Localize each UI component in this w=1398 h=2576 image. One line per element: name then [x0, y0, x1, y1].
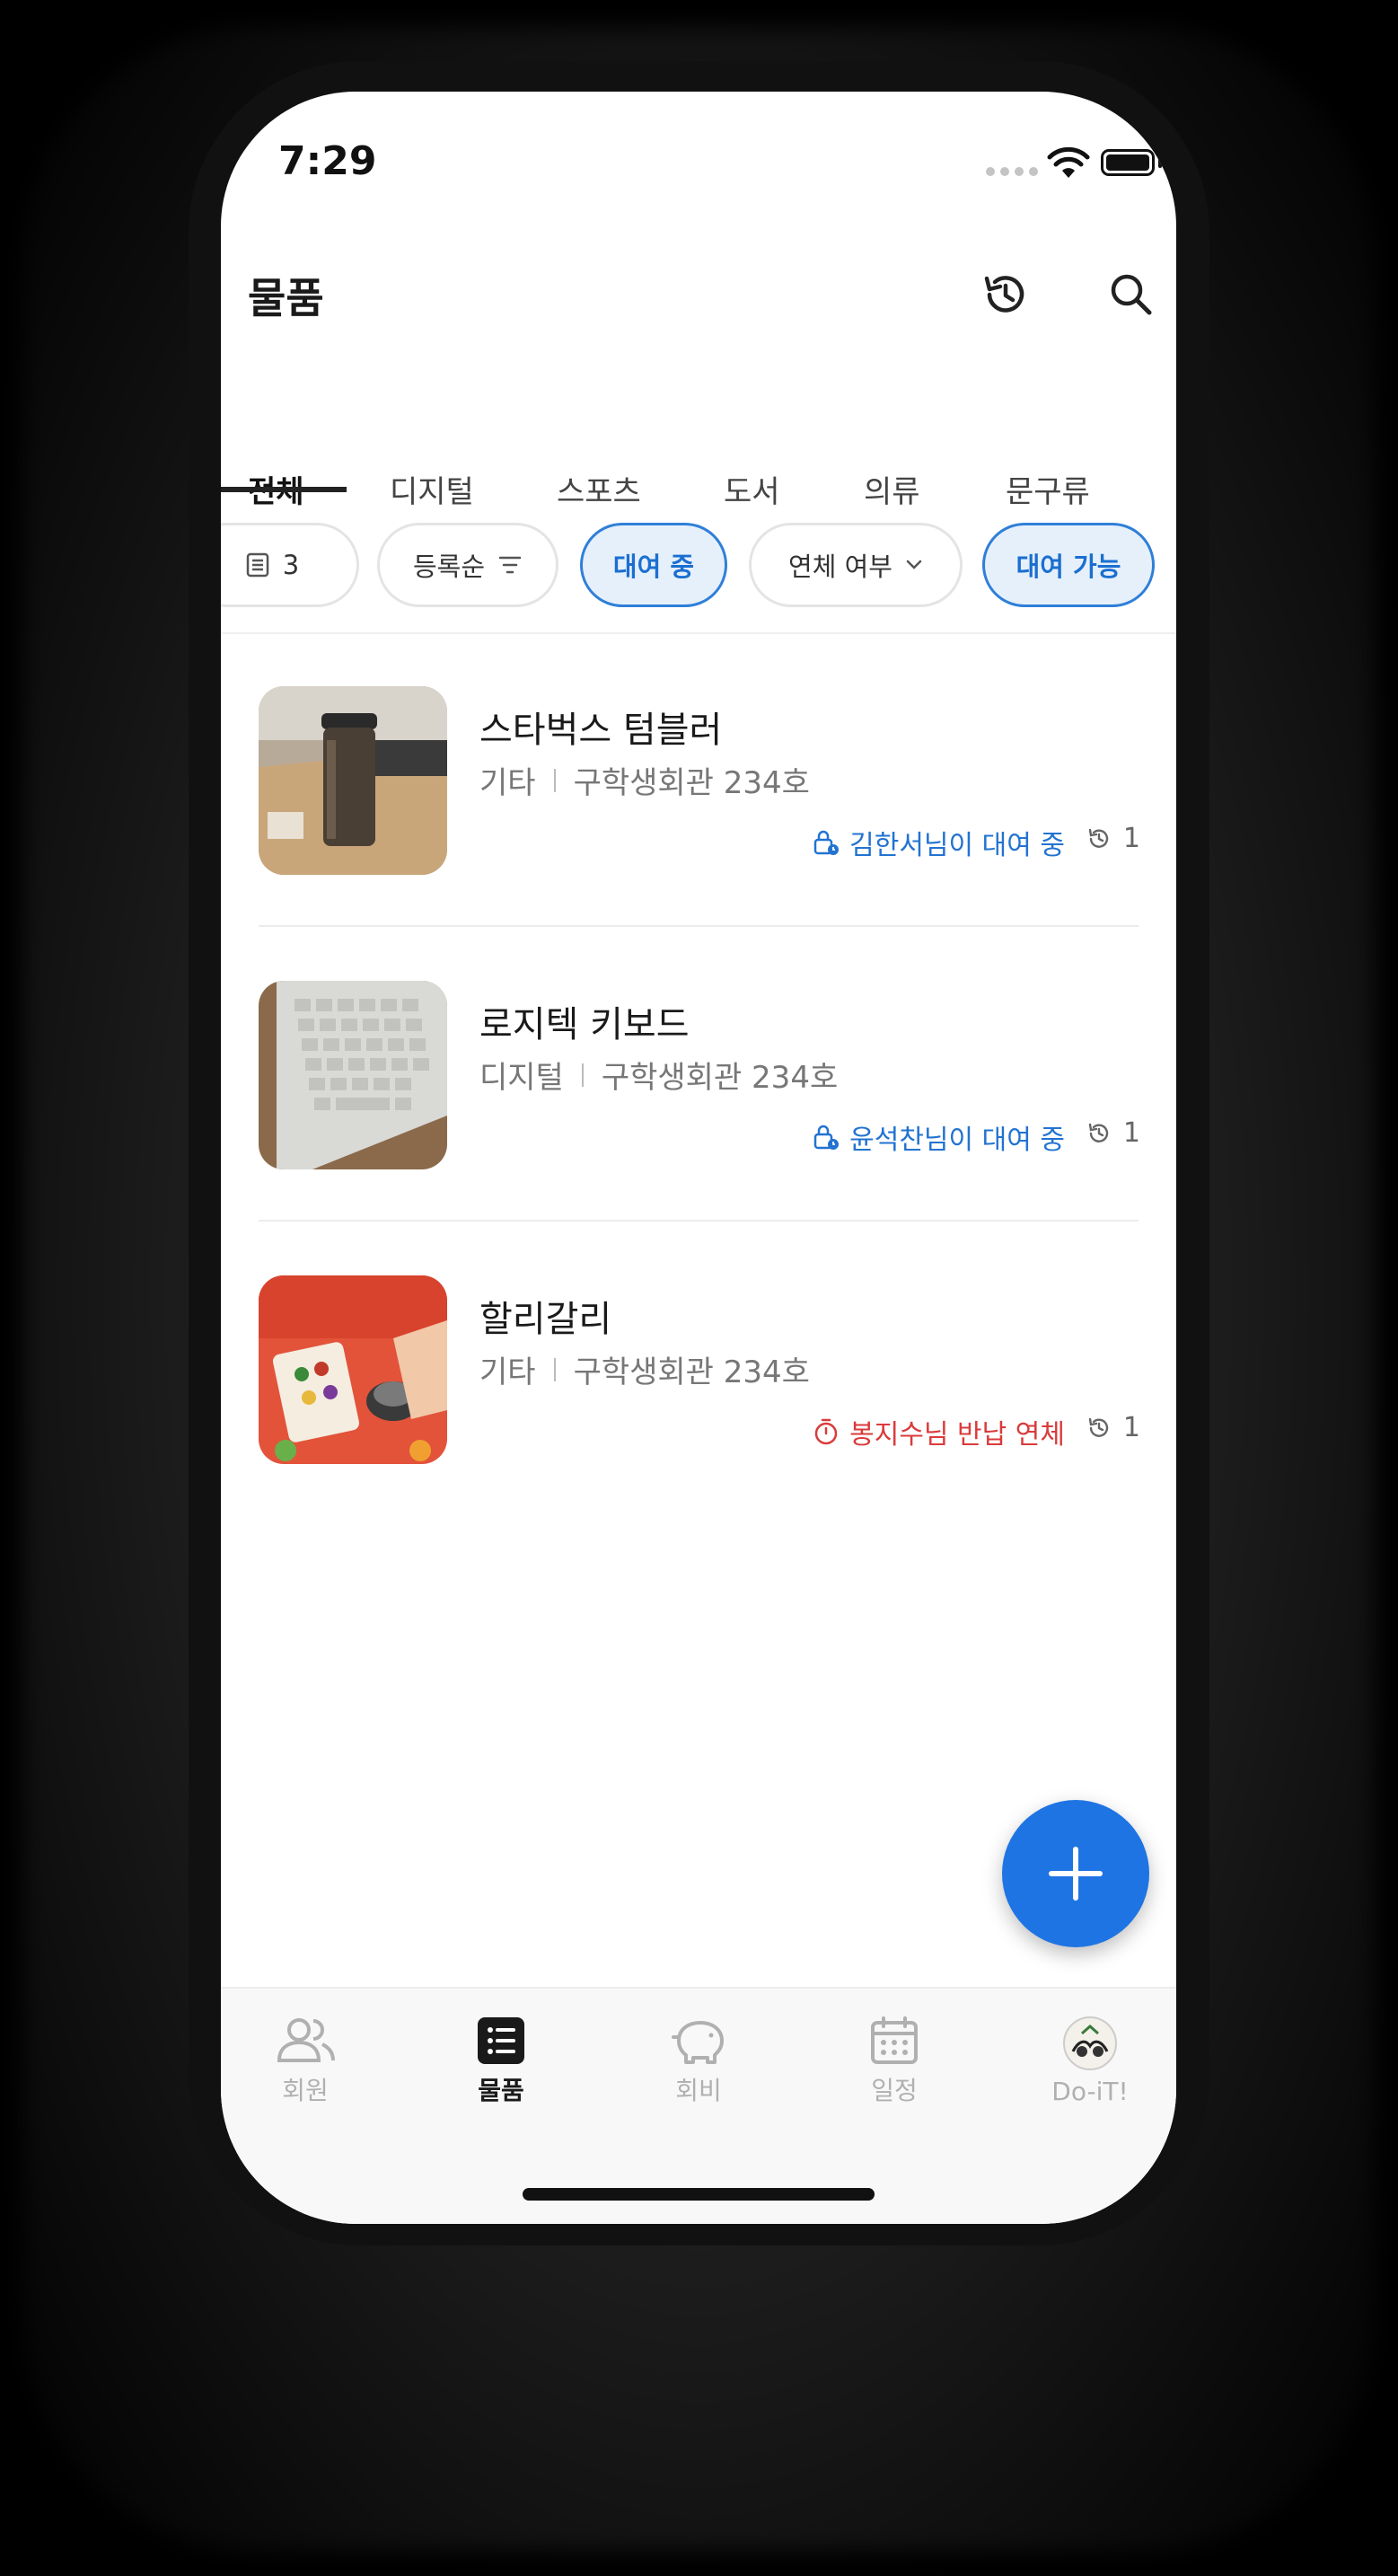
nav-label: 일정 — [871, 2076, 918, 2105]
item-name: 로지텍 키보드 — [479, 1004, 690, 1045]
available-filter-label: 대여 가능 — [1016, 551, 1121, 582]
item-location: 구학생회관 234호 — [601, 1060, 839, 1096]
item-category: 디지털 — [479, 1060, 564, 1096]
status-time: 7:29 — [278, 138, 377, 184]
list-doc-icon — [246, 552, 269, 578]
history-icon — [1088, 1417, 1109, 1437]
rental-status: 김한서님이 대여 중 — [812, 823, 1065, 862]
history-count: 1 — [1086, 1412, 1140, 1443]
item-location: 구학생회관 234호 — [573, 765, 810, 801]
nav-items[interactable]: 물품 — [438, 2016, 564, 2107]
item-name: 스타벅스 텀블러 — [479, 710, 723, 751]
search-icon[interactable] — [1099, 262, 1164, 327]
members-icon — [277, 2018, 335, 2062]
nav-label: 물품 — [478, 2076, 524, 2105]
nav-schedule[interactable]: 일정 — [831, 2016, 957, 2107]
nav-members[interactable]: 회원 — [242, 2016, 368, 2107]
calendar-icon — [871, 2016, 918, 2064]
sort-icon — [498, 556, 522, 574]
app-screen: 7:29 물품 전체 디지털 스포츠 도서 의류 문구류 3 등록순 대여 중 … — [221, 92, 1176, 2224]
item-photo-keyboard — [259, 981, 447, 1169]
divider — [259, 1220, 1139, 1222]
history-count-value: 1 — [1122, 1412, 1140, 1443]
history-icon — [1088, 1123, 1109, 1142]
home-indicator — [523, 2188, 875, 2201]
list-item[interactable]: 할리갈리 기타 구학생회관 234호 봉지수님 반납 연체 1 — [221, 1275, 1176, 1482]
available-filter-chip[interactable]: 대여 가능 — [982, 523, 1155, 607]
item-category: 기타 — [479, 765, 536, 801]
nav-club[interactable]: Do-iT! — [1027, 2016, 1153, 2106]
item-category: 기타 — [479, 1354, 536, 1390]
overdue-status-text: 봉지수님 반납 연체 — [849, 1419, 1065, 1451]
history-count-value: 1 — [1122, 1117, 1140, 1149]
overdue-filter-chip[interactable]: 연체 여부 — [749, 523, 963, 607]
item-meta: 디지털 구학생회관 234호 — [479, 1053, 838, 1097]
divider — [259, 925, 1139, 927]
signal-icon — [986, 167, 1038, 176]
rental-status: 윤석찬님이 대여 중 — [812, 1117, 1065, 1157]
history-count: 1 — [1086, 823, 1140, 854]
item-meta: 기타 구학생회관 234호 — [479, 1347, 810, 1391]
divider — [221, 632, 1176, 634]
nav-label: 회비 — [675, 2076, 722, 2105]
page-title: 물품 — [248, 274, 324, 322]
meta-separator — [581, 1063, 584, 1087]
meta-separator — [553, 1357, 556, 1381]
overdue-filter-label: 연체 여부 — [788, 551, 892, 582]
nav-label: 회원 — [282, 2076, 329, 2105]
lock-clock-icon — [813, 1125, 840, 1150]
item-count: 3 — [282, 550, 300, 580]
nav-label: Do-iT! — [1051, 2077, 1129, 2106]
timer-icon — [814, 1418, 838, 1445]
nav-dues[interactable]: 회비 — [636, 2016, 761, 2107]
sort-chip[interactable]: 등록순 — [377, 523, 558, 607]
list-item[interactable]: 로지텍 키보드 디지털 구학생회관 234호 윤석찬님이 대여 중 1 — [221, 981, 1176, 1187]
history-icon — [1088, 828, 1109, 848]
battery-icon — [1101, 149, 1155, 176]
item-photo-tumbler — [259, 686, 447, 875]
renting-filter-chip[interactable]: 대여 중 — [580, 523, 727, 607]
plus-icon — [1049, 1847, 1103, 1901]
active-tab-indicator — [221, 487, 347, 492]
history-count-value: 1 — [1122, 823, 1140, 854]
wifi-icon — [1047, 147, 1090, 178]
history-count: 1 — [1086, 1117, 1140, 1149]
overdue-status: 봉지수님 반납 연체 — [812, 1412, 1065, 1451]
lock-clock-icon — [813, 830, 840, 855]
rental-status-text: 김한서님이 대여 중 — [849, 830, 1065, 861]
list-icon — [478, 2017, 524, 2064]
item-name: 할리갈리 — [479, 1299, 612, 1340]
club-logo-icon — [1063, 2016, 1117, 2070]
chevron-down-icon — [906, 560, 922, 569]
list-item[interactable]: 스타벅스 텀블러 기타 구학생회관 234호 김한서님이 대여 중 1 — [221, 686, 1176, 893]
meta-separator — [553, 768, 556, 792]
add-item-button[interactable] — [1002, 1800, 1149, 1947]
item-location: 구학생회관 234호 — [573, 1354, 810, 1390]
item-count-chip[interactable]: 3 — [221, 523, 359, 607]
piggy-bank-icon — [672, 2021, 724, 2064]
sort-label: 등록순 — [412, 551, 486, 582]
rental-status-text: 윤석찬님이 대여 중 — [849, 1125, 1065, 1156]
renting-filter-label: 대여 중 — [612, 551, 695, 582]
history-icon[interactable] — [973, 262, 1038, 327]
item-meta: 기타 구학생회관 234호 — [479, 758, 810, 802]
item-photo-boardgame — [259, 1275, 447, 1464]
